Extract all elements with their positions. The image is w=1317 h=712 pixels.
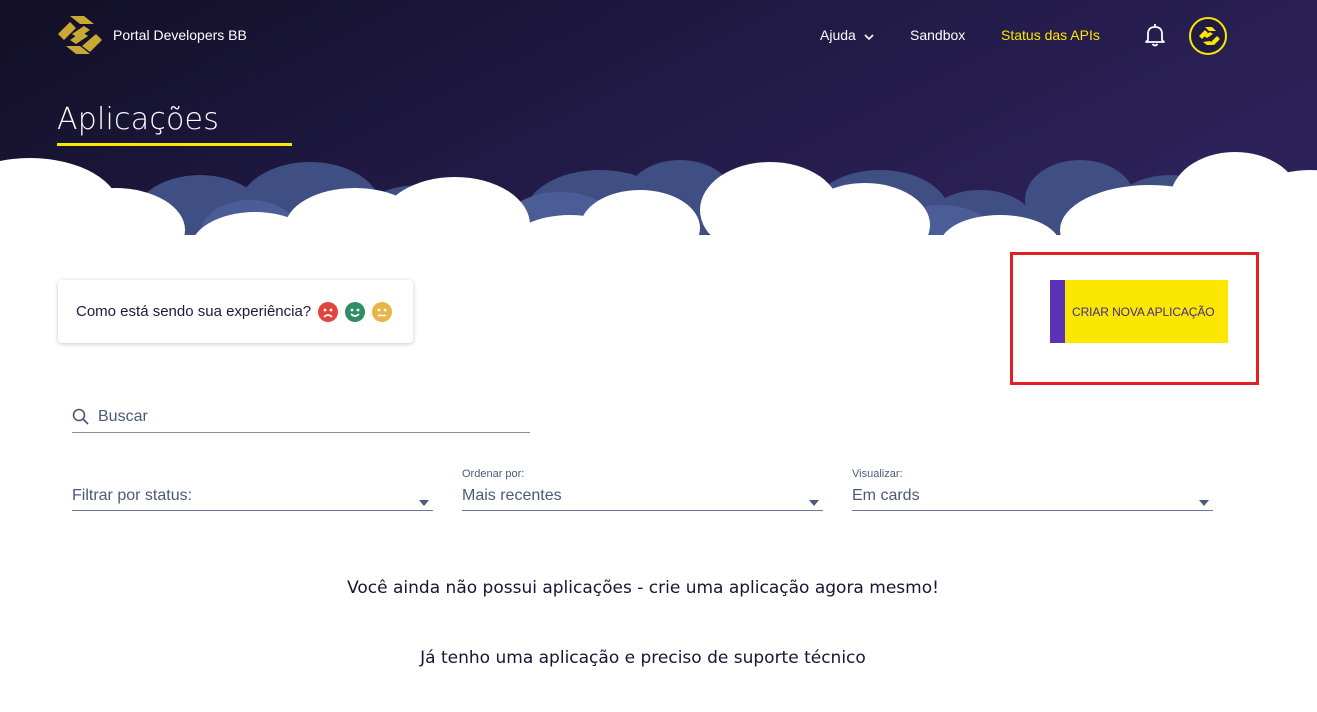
order-by-label: Ordenar por: [462,468,525,480]
create-application-button[interactable]: CRIAR NOVA APLICAÇÃO [1050,280,1228,343]
nav-sandbox-link[interactable]: Sandbox [910,27,965,43]
feedback-question: Como está sendo sua experiência? [76,303,312,320]
bb-logo-icon[interactable] [56,12,104,58]
dropdown-arrow-icon [1199,493,1209,506]
dropdown-arrow-icon [419,493,429,506]
status-filter-select[interactable]: Filtrar por status: [72,465,433,511]
view-mode-select[interactable]: Visualizar: Em cards [852,465,1213,511]
neutral-face-icon[interactable] [372,302,392,322]
top-navigation: Portal Developers BB Ajuda Sandbox Statu… [0,0,1317,72]
search-icon [72,408,90,426]
empty-state-message: Você ainda não possui aplicações - crie … [347,578,939,598]
happy-face-icon[interactable] [345,302,365,322]
page-title: Aplicações [57,102,220,137]
view-mode-label: Visualizar: [852,468,903,480]
view-mode-value: Em cards [852,487,920,504]
search-input[interactable] [98,406,518,428]
nav-help-label: Ajuda [820,27,856,43]
status-filter-value: Filtrar por status: [72,487,193,504]
nav-help-menu[interactable]: Ajuda [820,27,874,44]
title-underline [57,143,292,146]
technical-support-link[interactable]: Já tenho uma aplicação e preciso de supo… [0,648,1286,668]
create-application-label: CRIAR NOVA APLICAÇÃO [1072,305,1215,319]
feedback-card: Como está sendo sua experiência? [58,280,413,343]
sad-face-icon[interactable] [318,302,338,322]
bb-avatar-icon[interactable] [1188,16,1228,56]
dropdown-arrow-icon [809,493,819,506]
order-by-value: Mais recentes [462,487,562,504]
nav-status-apis-link[interactable]: Status das APIs [1001,27,1100,43]
chevron-down-icon [864,28,874,44]
order-by-select[interactable]: Ordenar por: Mais recentes [462,465,823,511]
button-accent-bar [1050,280,1065,343]
bell-icon[interactable] [1142,22,1168,48]
search-field[interactable] [72,403,530,433]
brand-name[interactable]: Portal Developers BB [113,27,247,43]
